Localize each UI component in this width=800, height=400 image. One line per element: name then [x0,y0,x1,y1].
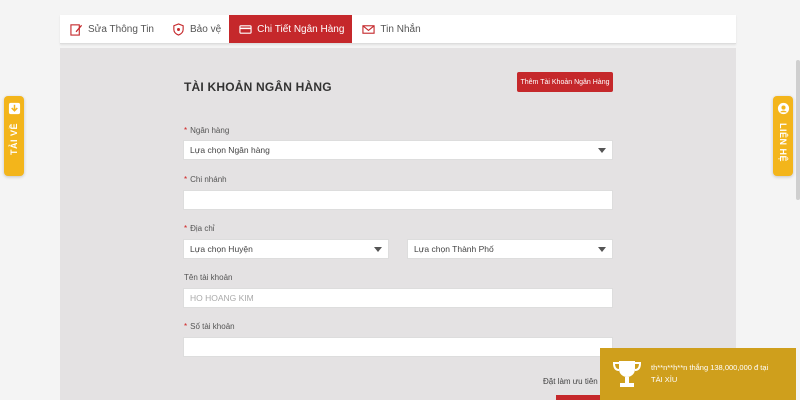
tab-label: Sửa Thông Tin [88,23,154,35]
account-name-label: Tên tài khoản [184,273,233,282]
tab-bank-details[interactable]: Chi Tiết Ngân Hàng [229,15,353,43]
branch-label: * Chi nhánh [184,175,227,184]
required-marker: * [184,224,188,233]
tab-edit-info[interactable]: Sửa Thông Tin [60,15,162,43]
branch-input[interactable] [183,190,613,210]
toast-message: th**n**h**n thắng 138,000,000 đ tại TÀI … [651,362,768,386]
chevron-down-icon [598,148,606,153]
tab-security[interactable]: Bảo vệ [162,15,229,43]
account-tabs: Sửa Thông Tin Bảo vệ Chi Tiết Ngân Hàng … [60,15,736,44]
download-label: TẢI VỀ [9,123,19,156]
chevron-down-icon [598,247,606,252]
download-side-tab[interactable]: TẢI VỀ [4,96,24,176]
set-default-label: Đặt làm ưu tiên [543,377,598,386]
add-bank-account-button[interactable]: Thêm Tài Khoản Ngân Hàng [517,72,613,92]
required-marker: * [184,126,188,135]
account-number-input[interactable] [183,337,613,357]
toast-game: TÀI XỈU [651,375,678,384]
mail-icon [362,24,376,34]
contact-side-tab[interactable]: LIÊN HỆ [773,96,793,176]
tab-label: Chi Tiết Ngân Hàng [257,23,345,35]
scrollbar[interactable] [796,60,800,200]
account-number-label: * Số tài khoản [184,322,235,331]
shield-icon [173,22,184,36]
required-marker: * [184,175,188,184]
chevron-down-icon [374,247,382,252]
support-agent-icon [777,102,789,115]
bank-select[interactable]: Lựa chọn Ngân hàng [183,140,613,160]
required-marker: * [184,322,188,331]
tab-messages[interactable]: Tin Nhắn [352,15,428,43]
winner-toast: th**n**h**n thắng 138,000,000 đ tại TÀI … [600,348,796,400]
district-select[interactable]: Lựa chọn Huyện [183,239,389,259]
set-default-button[interactable] [556,395,600,400]
tab-label: Tin Nhắn [380,23,421,35]
toast-text: th**n**h**n thắng 138,000,000 đ tại [651,363,769,372]
tab-label: Bảo vệ [190,23,222,35]
account-name-input[interactable]: HO HOANG KIM [183,288,613,308]
trophy-icon [612,361,642,387]
page-title: TÀI KHOẢN NGÂN HÀNG [184,80,332,94]
card-icon [239,24,252,34]
contact-label: LIÊN HỆ [778,123,788,163]
edit-icon [70,23,83,36]
address-label: * Địa chỉ [184,224,215,233]
download-icon [8,102,20,115]
city-select[interactable]: Lựa chọn Thành Phố [407,239,613,259]
bank-label: * Ngân hàng [184,126,230,135]
